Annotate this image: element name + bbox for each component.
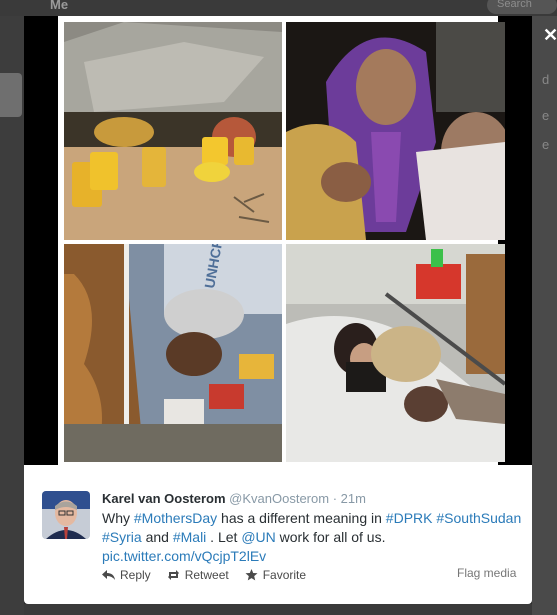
tweet-timestamp[interactable]: 21m xyxy=(341,491,366,506)
tweet-text-segment: work for all of us. xyxy=(275,529,386,545)
photo-tent-jerry-cans xyxy=(64,22,282,240)
favorite-label: Favorite xyxy=(262,568,307,582)
favorite-button[interactable]: Favorite xyxy=(245,568,306,582)
author-avatar[interactable] xyxy=(42,491,90,539)
retweet-button[interactable]: Retweet xyxy=(167,568,229,582)
photo-unhcr-tent: UNHCR xyxy=(64,244,282,462)
hashtag-link[interactable]: #Syria xyxy=(102,529,142,545)
reply-label: Reply xyxy=(120,568,151,582)
tweet-text-segment: and xyxy=(141,529,173,545)
author-display-name[interactable]: Karel van Oosterom xyxy=(102,491,226,506)
search-input[interactable]: Search xyxy=(487,0,557,14)
hashtag-link[interactable]: #Mali xyxy=(173,529,206,545)
meta-separator: · xyxy=(332,491,338,506)
photo-hospital-bed xyxy=(286,244,505,462)
tweet-text-segment: . Let xyxy=(206,529,242,545)
tweet-actions: Reply Retweet Favorite xyxy=(102,568,306,582)
nav-me-link[interactable]: Me xyxy=(50,0,68,12)
tweet-card: Karel van Oosterom @KvanOosterom · 21m W… xyxy=(24,465,532,604)
media-viewer: UNHCR xyxy=(24,16,532,465)
close-icon[interactable]: ✕ xyxy=(543,26,557,44)
background-text-fragment: d xyxy=(542,72,550,87)
tweet-text: Why #MothersDay has a different meaning … xyxy=(102,509,522,566)
background-timeline-right xyxy=(532,16,557,615)
photo-collage[interactable]: UNHCR xyxy=(58,16,505,465)
tweet-text-segment: Why xyxy=(102,510,134,526)
hashtag-link[interactable]: #MothersDay xyxy=(134,510,217,526)
media-link[interactable]: pic.twitter.com/vQcjpT2lEv xyxy=(102,548,266,564)
hashtag-link[interactable]: #DPRK xyxy=(386,510,433,526)
background-text-fragment: e xyxy=(542,108,550,123)
top-navigation-bar: Me Search xyxy=(0,0,557,16)
author-handle[interactable]: @KvanOosterom xyxy=(229,491,329,506)
mention-link[interactable]: @UN xyxy=(241,529,275,545)
star-icon xyxy=(245,569,258,581)
retweet-label: Retweet xyxy=(184,568,229,582)
reply-button[interactable]: Reply xyxy=(102,568,151,582)
retweet-icon xyxy=(167,570,179,580)
background-timeline-left xyxy=(0,16,24,615)
photo-woman-purple-scarf xyxy=(286,22,505,240)
tweet-text-segment: has a different meaning in xyxy=(217,510,386,526)
background-text-fragment: e xyxy=(542,137,550,152)
background-strip xyxy=(24,604,532,615)
tweet-header: Karel van Oosterom @KvanOosterom · 21m xyxy=(102,491,366,506)
flag-media-link[interactable]: Flag media xyxy=(457,566,516,580)
hashtag-link[interactable]: #SouthSudan xyxy=(436,510,521,526)
reply-icon xyxy=(102,570,115,580)
background-avatar xyxy=(0,73,22,117)
